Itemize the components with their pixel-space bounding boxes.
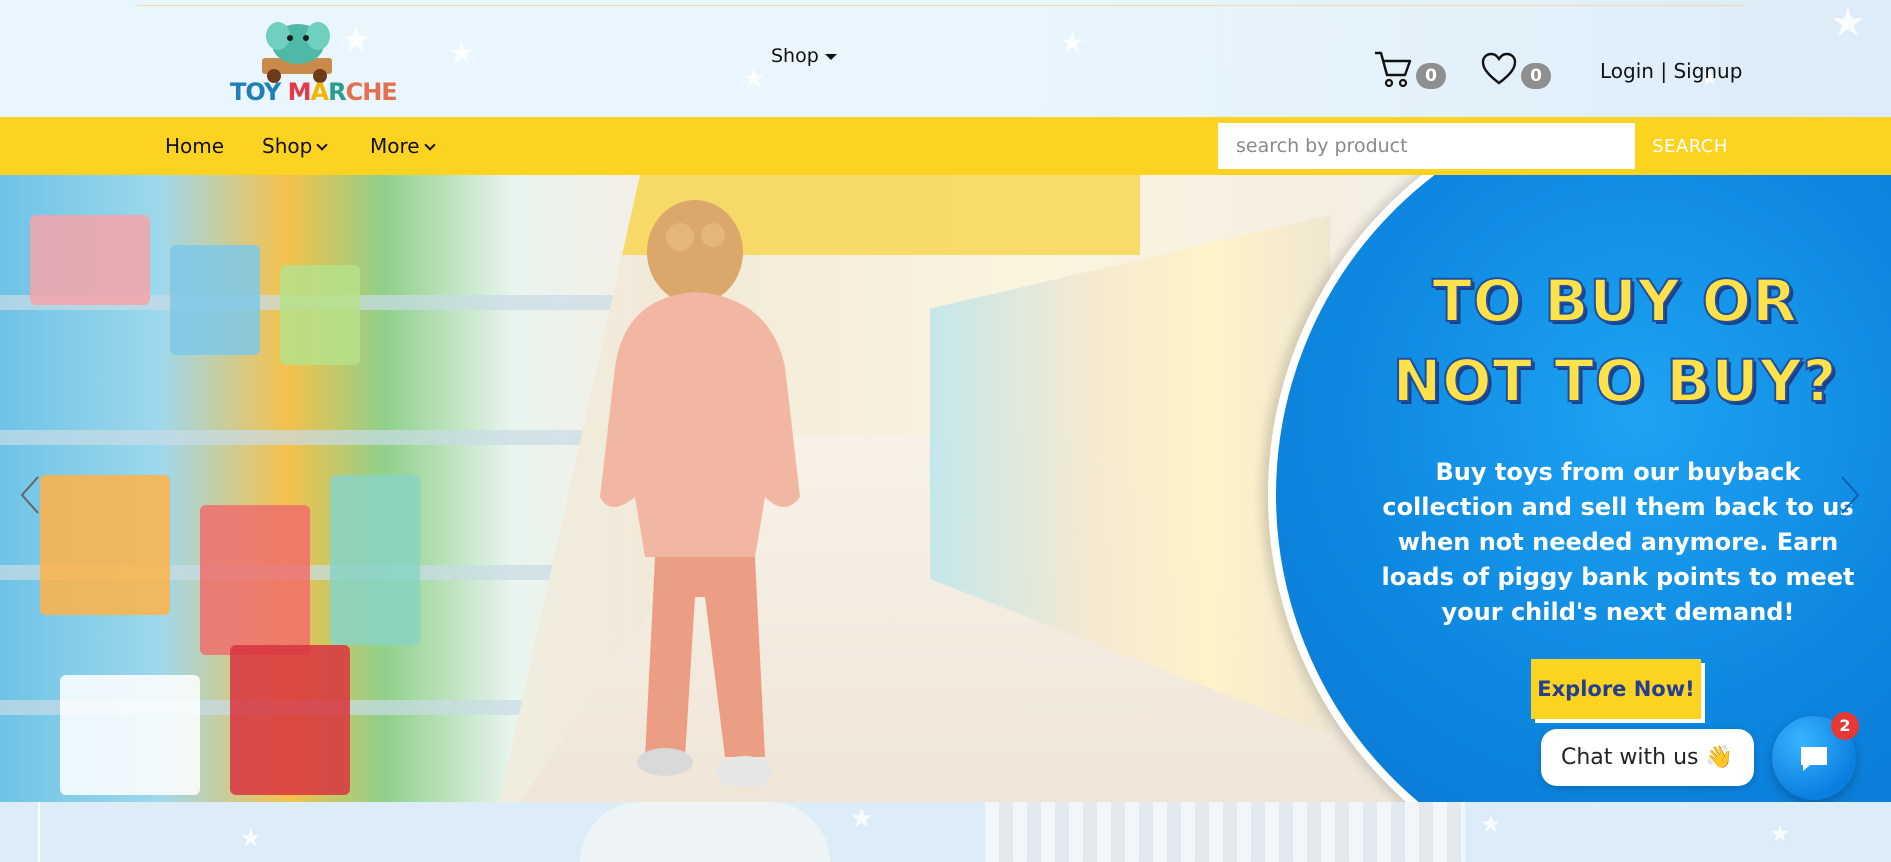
- shop-dropdown[interactable]: Shop: [771, 45, 837, 67]
- toy-box: [330, 475, 420, 645]
- header-divider: [137, 5, 1745, 6]
- toy-box: [30, 215, 150, 305]
- account-links: Login | Signup: [1600, 59, 1742, 83]
- chat-bubble-icon: [1801, 747, 1827, 771]
- logo[interactable]: TOY MARCHE: [230, 14, 398, 110]
- chevron-right-icon: [1841, 476, 1860, 514]
- heart-icon[interactable]: [1481, 52, 1517, 86]
- login-link[interactable]: Login: [1600, 59, 1654, 83]
- promo-title-line: TO BUY OR: [1431, 266, 1798, 336]
- toy-box: [60, 675, 200, 795]
- star-decoration: ★: [850, 804, 874, 834]
- waving-hand-icon: 👋: [1705, 745, 1733, 770]
- explore-now-button[interactable]: Explore Now!: [1531, 659, 1701, 719]
- promo-description: Buy toys from our buyback collection and…: [1381, 458, 1855, 626]
- top-header: ★ ★ ★ ★ ★ ★ TOY MARCHE Shop 0 0 Login | …: [0, 0, 1891, 117]
- carousel-next-arrow[interactable]: [1838, 475, 1862, 515]
- carousel-prev-arrow[interactable]: [18, 475, 42, 515]
- promo-title-line: NOT TO BUY?: [1392, 346, 1838, 416]
- star-decoration: ★: [1060, 26, 1086, 59]
- toy-box: [230, 645, 350, 795]
- child-photo: [600, 200, 800, 787]
- star-decoration: ★: [1830, 0, 1866, 46]
- hero-carousel: TO BUY OR NOT TO BUY? Buy toys from our …: [0, 175, 1891, 802]
- chevron-down-icon: [316, 139, 328, 151]
- wishlist-count-badge: 0: [1521, 63, 1551, 89]
- promo-title: TO BUY OR NOT TO BUY?: [1380, 261, 1850, 421]
- elephant-logo-icon: [262, 22, 332, 83]
- chat-unread-badge: 2: [1831, 712, 1859, 740]
- star-decoration: ★: [1480, 810, 1502, 838]
- nav-item-label: Shop: [262, 134, 313, 158]
- search-input[interactable]: [1218, 123, 1635, 169]
- next-section-preview: ★ ★ ★ ★: [0, 802, 1891, 862]
- nav-item-home[interactable]: Home: [165, 134, 224, 158]
- nav-item-label: Home: [165, 134, 225, 158]
- toy-box: [200, 505, 310, 655]
- toy-box: [170, 245, 260, 355]
- decorative-shape: [580, 802, 830, 862]
- chat-with-us-pill[interactable]: Chat with us 👋: [1541, 729, 1754, 786]
- caret-down-icon: [824, 53, 837, 60]
- shop-dropdown-label: Shop: [771, 45, 819, 67]
- cart-count-badge: 0: [1416, 63, 1446, 89]
- chat-label: Chat with us: [1561, 745, 1699, 770]
- chevron-left-icon: [20, 476, 39, 514]
- link-separator: |: [1660, 59, 1668, 83]
- main-nav: Home Shop More SEARCH: [0, 117, 1891, 175]
- chevron-down-icon: [423, 139, 436, 151]
- toy-box: [40, 475, 170, 615]
- star-decoration: ★: [240, 824, 262, 852]
- decorative-line: [38, 802, 40, 862]
- star-decoration: ★: [448, 36, 475, 71]
- star-decoration: ★: [1770, 822, 1790, 847]
- decorative-stripes: [985, 802, 1465, 862]
- nav-item-label: More: [370, 134, 420, 158]
- nav-item-shop[interactable]: Shop: [262, 134, 328, 158]
- toy-box: [280, 265, 360, 365]
- nav-item-more[interactable]: More: [370, 134, 436, 158]
- logo-wordmark: TOY MARCHE: [230, 78, 398, 106]
- signup-link[interactable]: Signup: [1673, 59, 1742, 83]
- hero-photo-shelf-left: [0, 175, 640, 802]
- star-decoration: ★: [742, 64, 766, 94]
- cart-icon[interactable]: [1373, 49, 1413, 89]
- search-button[interactable]: SEARCH: [1635, 123, 1745, 169]
